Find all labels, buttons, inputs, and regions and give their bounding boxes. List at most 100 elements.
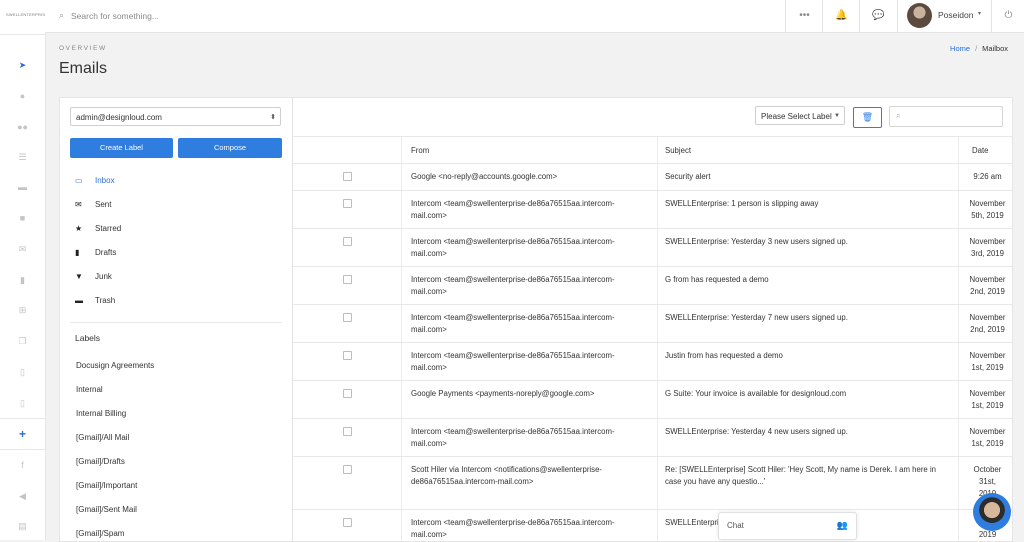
from-line: mail.com> xyxy=(411,363,447,372)
more-options-button[interactable]: ••• xyxy=(785,0,823,32)
row-checkbox[interactable] xyxy=(343,199,352,208)
bullhorn-icon[interactable]: ◀ xyxy=(0,491,45,502)
table-row[interactable]: Intercom <team@swellenterprise-de86a7651… xyxy=(293,509,1012,541)
file-icon[interactable]: ▯ xyxy=(0,367,45,378)
power-icon[interactable]: ⏻ xyxy=(991,0,1024,32)
table-row[interactable]: Intercom <team@swellenterprise-de86a7651… xyxy=(293,418,1012,456)
delete-button[interactable]: 🗑 xyxy=(853,107,882,128)
subject-line: SWELLEnterprise: Yesterday 7 new users s… xyxy=(665,313,848,322)
users-icon[interactable]: ●● xyxy=(0,122,45,132)
chat-avatar-button[interactable] xyxy=(973,493,1011,531)
label-item[interactable]: Internal xyxy=(76,385,103,394)
file-icon: ▮ xyxy=(75,248,80,257)
compose-button[interactable]: Compose xyxy=(178,138,282,158)
breadcrumb-current: Mailbox xyxy=(982,44,1008,53)
table-row[interactable]: Intercom <team@swellenterprise-de86a7651… xyxy=(293,228,1012,266)
label-item[interactable]: Internal Billing xyxy=(76,409,126,418)
mail-icon[interactable]: ✉ xyxy=(0,244,45,255)
from-line: Google Payments <payments-noreply@google… xyxy=(411,389,595,398)
date-line: November xyxy=(969,389,1006,398)
folder-sent[interactable]: ✉ Sent xyxy=(75,198,111,212)
clipboard-icon[interactable]: ▮ xyxy=(0,275,45,286)
database-icon[interactable]: ▤ xyxy=(0,521,45,532)
star-icon: ★ xyxy=(75,224,83,233)
user-menu[interactable]: Poseidon ▾ xyxy=(897,0,992,32)
label-item[interactable]: [Gmail]/Spam xyxy=(76,529,124,538)
label-item[interactable]: [Gmail]/All Mail xyxy=(76,433,129,442)
copy-icon[interactable]: ❐ xyxy=(0,336,45,347)
table-row[interactable]: Google Payments <payments-noreply@google… xyxy=(293,380,1012,418)
row-checkbox[interactable] xyxy=(343,275,352,284)
table-row[interactable]: Scott Hiler via Intercom <notifications@… xyxy=(293,456,1012,509)
label-item[interactable]: Docusign Agreements xyxy=(76,361,154,370)
date-line: 2nd, 2019 xyxy=(970,287,1005,296)
user-icon[interactable]: ● xyxy=(0,91,45,101)
row-checkbox[interactable] xyxy=(343,518,352,527)
row-checkbox[interactable] xyxy=(343,465,352,474)
file-alt-icon[interactable]: ▯ xyxy=(0,398,45,409)
header-subject[interactable]: Subject xyxy=(665,145,691,157)
labels-heading: Labels xyxy=(75,333,101,343)
subject-line: Re: [SWELLEnterprise] Scott Hiler: 'Hey … xyxy=(665,465,937,474)
from-line: Intercom <team@swellenterprise-de86a7651… xyxy=(411,518,615,527)
folder-starred[interactable]: ★ Starred xyxy=(75,222,121,236)
account-select-value: admin@designloud.com xyxy=(76,113,162,122)
table-row[interactable]: Intercom <team@swellenterprise-de86a7651… xyxy=(293,304,1012,342)
subject-line: SWELLEnterprise: Yesterday 4 new users s… xyxy=(665,427,848,436)
header-from[interactable]: From xyxy=(411,145,429,157)
table-row[interactable]: Intercom <team@swellenterprise-de86a7651… xyxy=(293,266,1012,304)
row-checkbox[interactable] xyxy=(343,172,352,181)
mail-search-input[interactable]: ⌕ xyxy=(889,106,1003,127)
header-date[interactable]: Date xyxy=(972,145,988,157)
row-checkbox[interactable] xyxy=(343,389,352,398)
trash-icon: ▬ xyxy=(75,296,83,305)
chat-widget[interactable]: Chat 👥 xyxy=(718,512,857,540)
date-line: November xyxy=(969,313,1006,322)
sidebar-divider xyxy=(70,322,282,323)
breadcrumb-home-link[interactable]: Home xyxy=(950,44,970,53)
folder-inbox[interactable]: ▭ Inbox xyxy=(75,174,115,188)
label-item[interactable]: [Gmail]/Drafts xyxy=(76,457,125,466)
mail-sidebar: admin@designloud.com ⬍ Create Label Comp… xyxy=(60,98,293,541)
subject-line: G from has requested a demo xyxy=(665,275,769,284)
overview-label: OVERVIEW xyxy=(59,45,107,52)
chevron-down-icon: ▾ xyxy=(978,11,982,17)
row-checkbox[interactable] xyxy=(343,351,352,360)
facebook-icon[interactable]: f xyxy=(0,460,45,470)
bell-icon[interactable]: 🔔 xyxy=(822,0,860,32)
table-row[interactable]: Intercom <team@swellenterprise-de86a7651… xyxy=(293,190,1012,228)
folder-icon[interactable]: ▬ xyxy=(0,182,45,192)
cell-from: Intercom <team@swellenterprise-de86a7651… xyxy=(411,426,661,450)
row-checkbox[interactable] xyxy=(343,237,352,246)
cell-from: Intercom <team@swellenterprise-de86a7651… xyxy=(411,312,661,336)
date-line: 1st, 2019 xyxy=(971,439,1004,448)
add-icon[interactable]: + xyxy=(0,427,45,441)
create-label-button[interactable]: Create Label xyxy=(70,138,173,158)
sitemap-icon[interactable]: ⊞ xyxy=(0,305,45,316)
rail-divider xyxy=(0,449,45,450)
folder-trash[interactable]: ▬ Trash xyxy=(75,294,115,308)
row-checkbox[interactable] xyxy=(343,313,352,322)
cell-date: November 2nd, 2019 xyxy=(965,274,1010,298)
from-line: Scott Hiler via Intercom <notifications@… xyxy=(411,465,602,474)
row-checkbox[interactable] xyxy=(343,427,352,436)
chat-bubble-icon[interactable]: 💬 xyxy=(859,0,897,32)
label-item[interactable]: [Gmail]/Sent Mail xyxy=(76,505,137,514)
date-line: November xyxy=(969,351,1006,360)
global-search-input[interactable] xyxy=(71,8,371,24)
from-line: Intercom <team@swellenterprise-de86a7651… xyxy=(411,237,615,246)
paper-plane-icon[interactable]: ➤ xyxy=(0,60,45,71)
label-item[interactable]: [Gmail]/Important xyxy=(76,481,137,490)
folder-junk[interactable]: ▼ Junk xyxy=(75,270,112,284)
table-row[interactable]: Google <no-reply@accounts.google.com> Sec… xyxy=(293,163,1012,190)
folder-drafts[interactable]: ▮ Drafts xyxy=(75,246,116,260)
label-select[interactable]: Please Select Label ▼ xyxy=(755,106,845,125)
date-line: 31st, xyxy=(979,477,996,486)
rail-divider xyxy=(0,418,45,419)
app-logo[interactable]: SWELLENTERPRISE xyxy=(6,12,48,17)
list-icon[interactable]: ☰ xyxy=(0,152,45,163)
table-row[interactable]: Intercom <team@swellenterprise-de86a7651… xyxy=(293,342,1012,380)
account-select[interactable]: admin@designloud.com ⬍ xyxy=(70,107,281,126)
from-line: mail.com> xyxy=(411,249,447,258)
check-square-icon[interactable]: ■ xyxy=(0,213,45,223)
